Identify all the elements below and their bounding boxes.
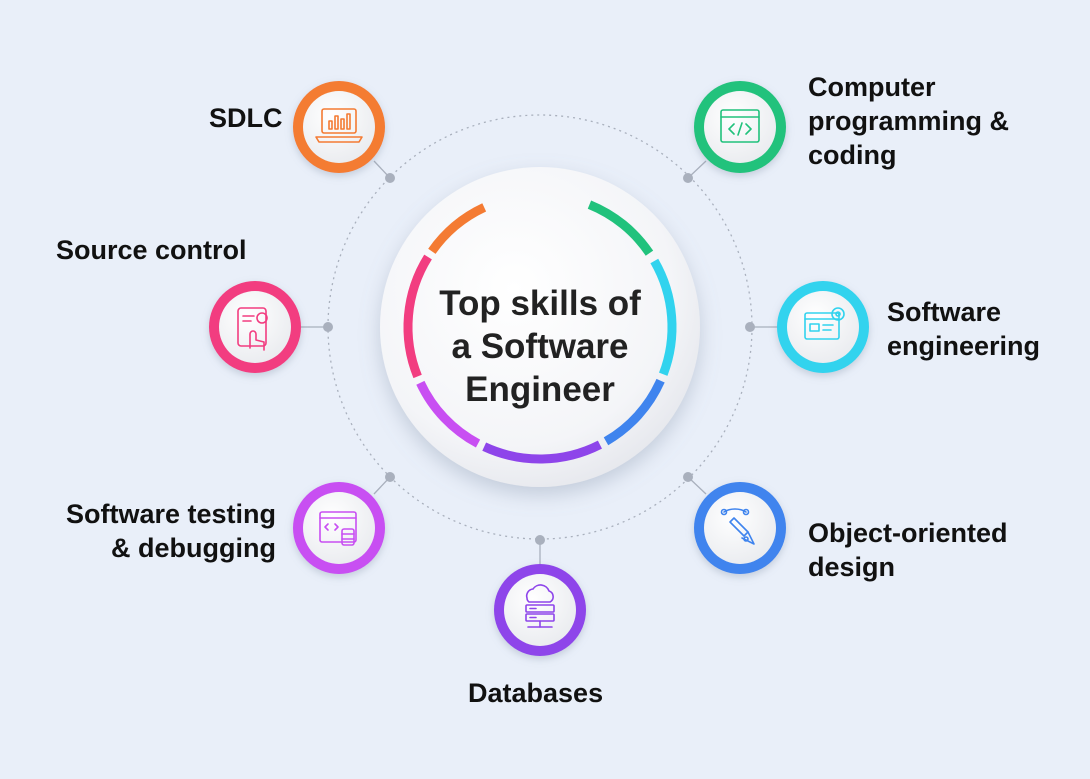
connector-dot-computer-programming (683, 173, 693, 183)
connector-dot-source-control (323, 322, 333, 332)
skill-badge-source-control (209, 281, 301, 373)
skill-badge-computer-programming (694, 81, 786, 173)
skill-label-object-oriented-design: Object-oriented design (808, 518, 1008, 582)
connector-dot-software-testing (385, 472, 395, 482)
connector-dot-databases (535, 535, 545, 545)
skill-badge-databases (494, 564, 586, 656)
skill-label-sdlc: SDLC (209, 103, 283, 133)
skill-label-software-testing: Software testing & debugging (65, 499, 276, 563)
connector-dot-object-oriented-design (683, 472, 693, 482)
skill-badge-software-testing (293, 482, 385, 574)
skill-badge-software-engineering (777, 281, 869, 373)
skill-badge-object-oriented-design (694, 482, 786, 574)
skill-badge-sdlc (293, 81, 385, 173)
connector-dot-software-engineering (745, 322, 755, 332)
connector-dot-sdlc (385, 173, 395, 183)
skill-label-computer-programming: Computer programming & coding (808, 72, 1010, 170)
skill-label-software-engineering: Software engineering (887, 297, 1041, 361)
skill-label-databases: Databases (468, 678, 604, 708)
skill-label-source-control: Source control (56, 235, 247, 265)
diagram-title: Top skills of a Software Engineer (439, 283, 641, 409)
